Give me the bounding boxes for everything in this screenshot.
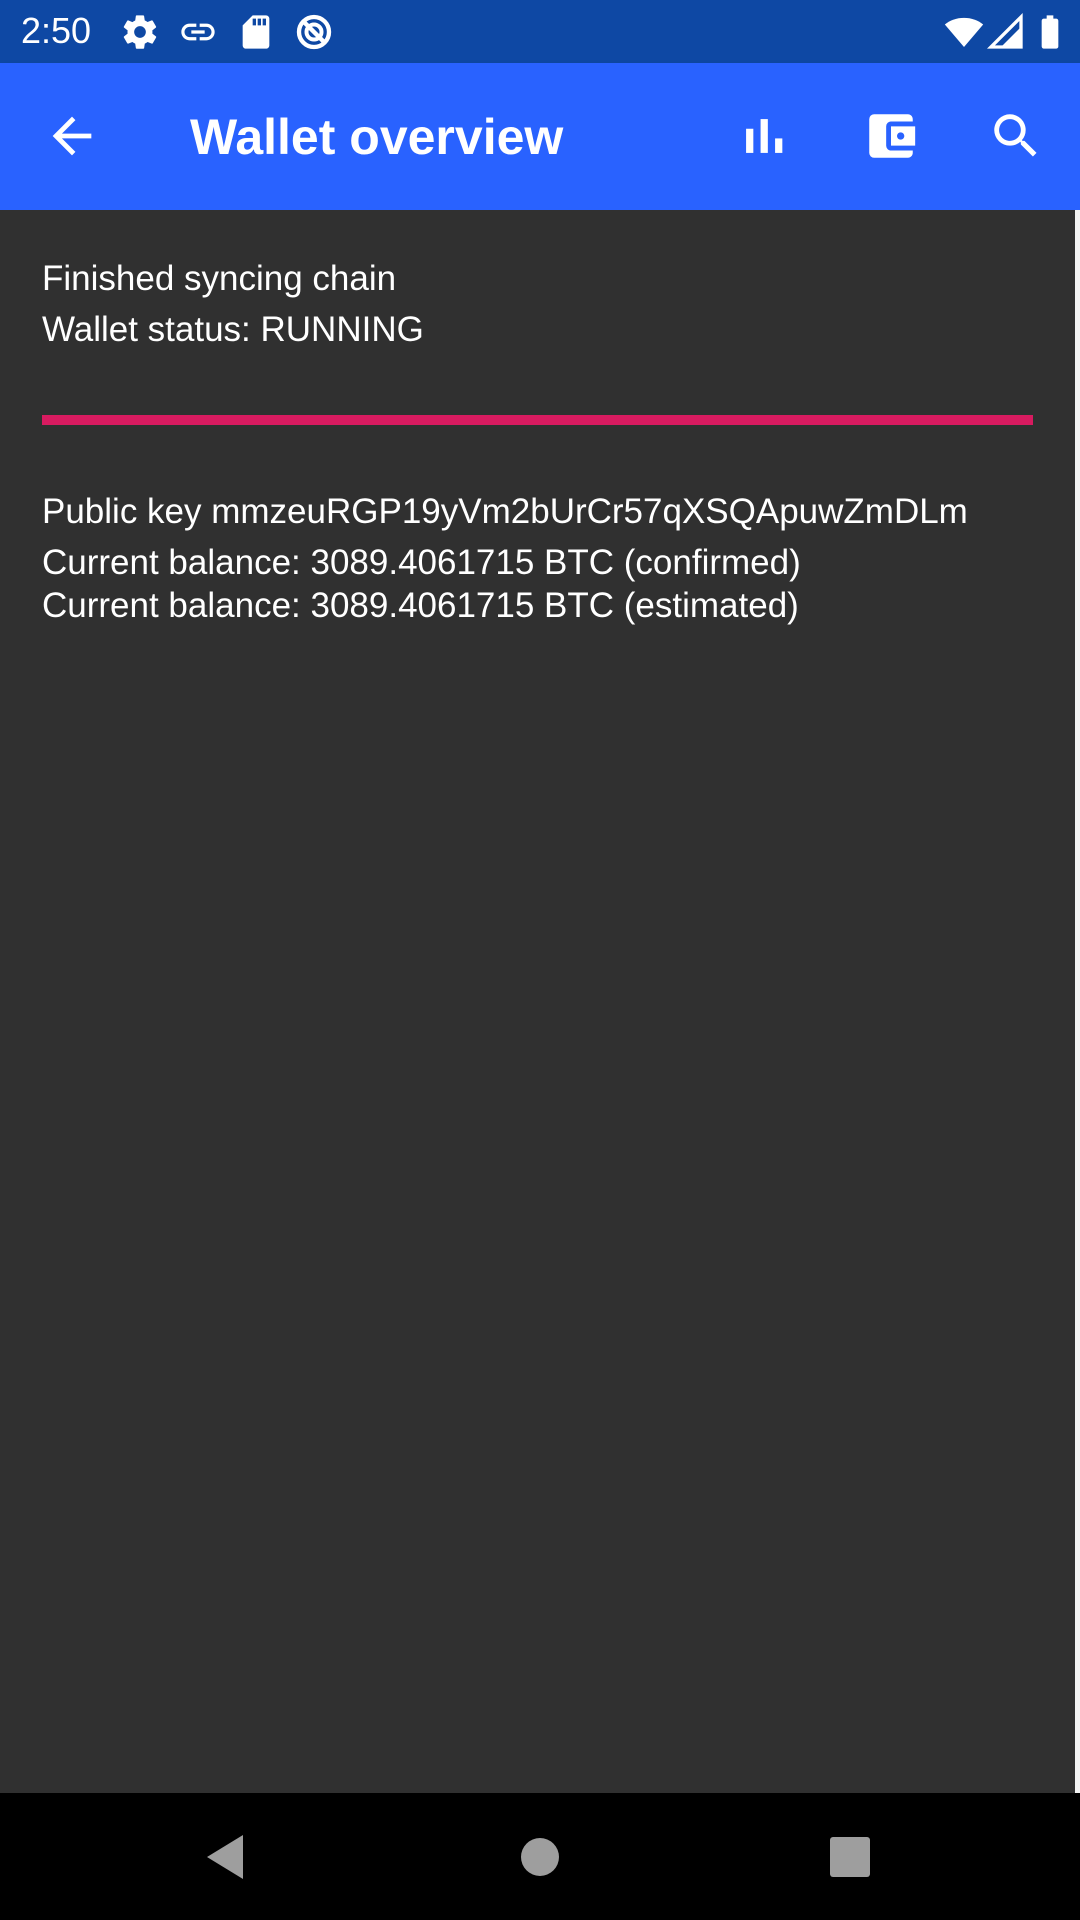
no-disturb-icon (294, 12, 334, 52)
sync-status-text: Finished syncing chain (42, 259, 397, 298)
home-circle-icon (521, 1838, 559, 1876)
nav-recents-button[interactable] (810, 1817, 890, 1897)
back-triangle-icon (207, 1835, 243, 1879)
settings-gear-icon (120, 12, 160, 52)
nav-home-button[interactable] (500, 1817, 580, 1897)
app-bar: Wallet overview (0, 63, 1080, 210)
status-time: 2:50 (21, 10, 92, 51)
search-icon (994, 114, 1037, 157)
wallet-status-text: Wallet status: RUNNING (42, 310, 424, 349)
cell-signal-icon (986, 12, 1026, 52)
bar-chart-icon (746, 119, 783, 153)
recents-square-icon (830, 1837, 870, 1877)
navigation-bar (0, 1793, 1080, 1920)
wallet-content (0, 210, 1075, 1793)
link-icon (178, 12, 218, 52)
public-key-text: Public key mmzeuRGP19yVm2bUrCr57qXSQApuw… (42, 492, 968, 531)
sd-card-icon (236, 12, 276, 52)
confirmed-balance-text: Current balance: 3089.4061715 BTC (confi… (42, 543, 801, 582)
nav-back-button[interactable] (185, 1817, 265, 1897)
page-title: Wallet overview (190, 109, 564, 165)
wifi-icon (944, 12, 984, 52)
battery-icon (1030, 12, 1070, 52)
status-bar: 2:50 (0, 0, 1080, 63)
scroll-edge (1075, 210, 1080, 1793)
sync-progress-bar (42, 415, 1033, 425)
estimated-balance-text: Current balance: 3089.4061715 BTC (estim… (42, 586, 799, 625)
wallet-icon (869, 114, 916, 158)
back-button[interactable] (32, 96, 112, 176)
arrow-back-icon (52, 116, 92, 156)
statistics-button[interactable] (723, 96, 803, 176)
search-button[interactable] (976, 96, 1056, 176)
wallet-button[interactable] (851, 96, 931, 176)
